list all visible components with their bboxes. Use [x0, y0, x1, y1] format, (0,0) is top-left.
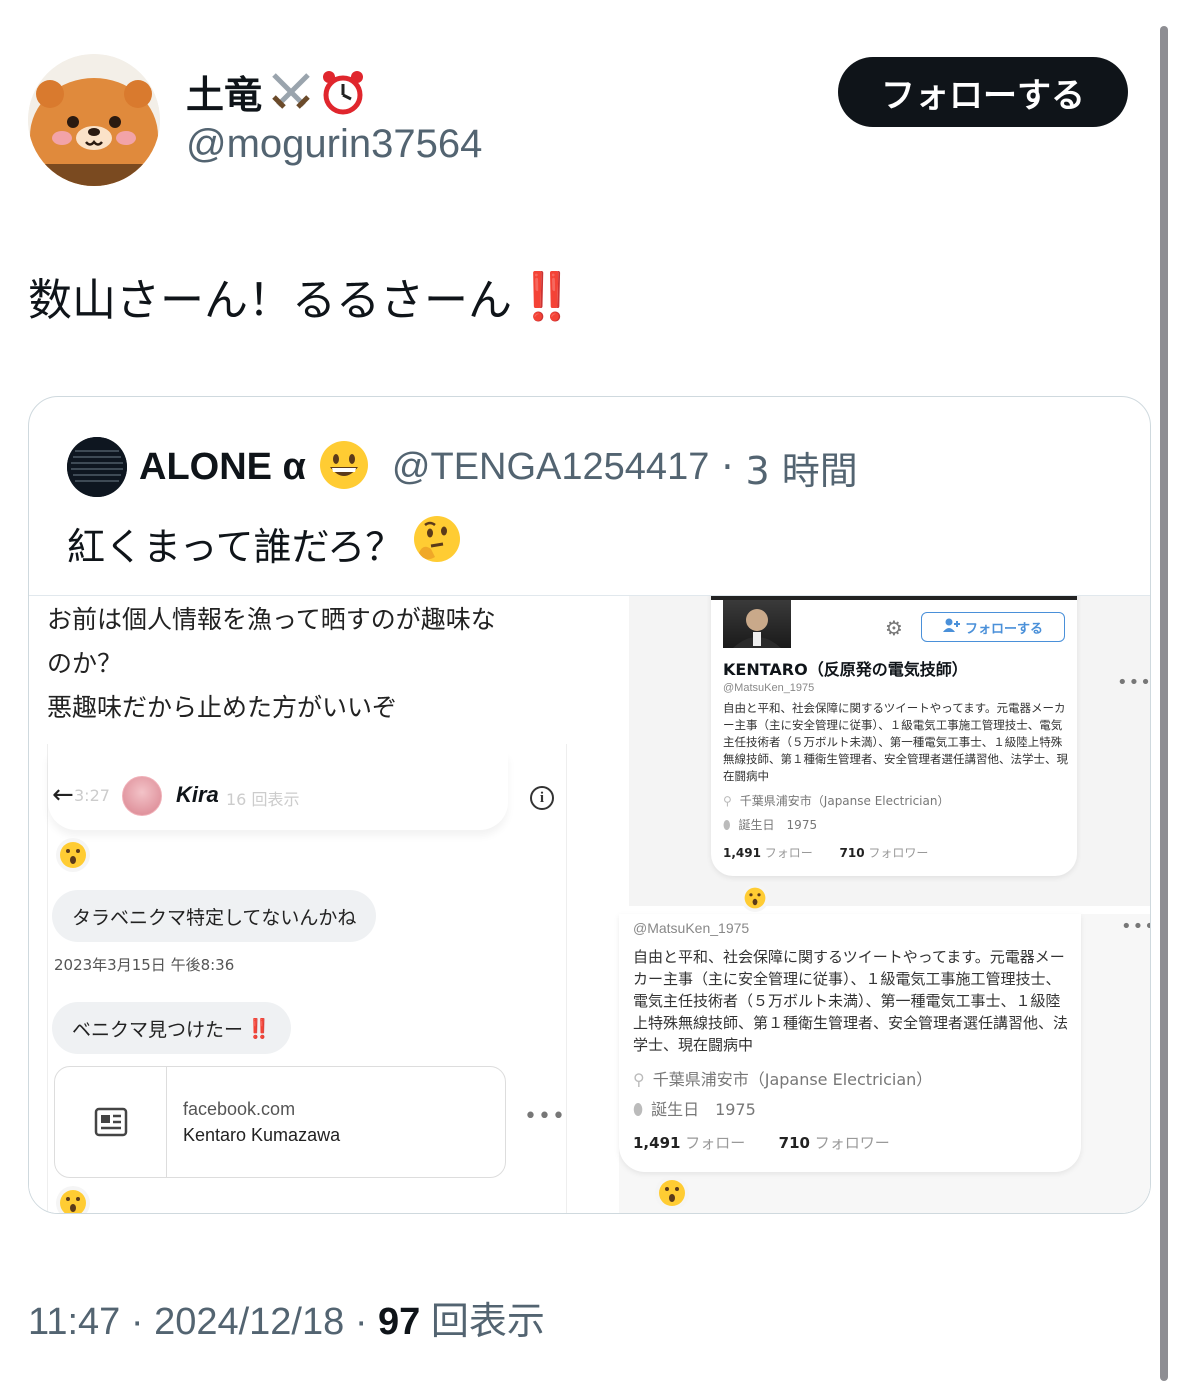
- crossed-swords-icon: [268, 69, 314, 115]
- quoted-handle[interactable]: @TENGA1254417: [392, 446, 709, 489]
- gear-icon: ⚙: [885, 616, 903, 640]
- profile-birth-row: ⬮ 誕生日 1975: [633, 1096, 756, 1120]
- media-left-line: 悪趣味だから止めた方がいいぞ: [47, 693, 398, 722]
- article-icon: [55, 1067, 167, 1177]
- profile-card-zoomed: @MatsuKen_1975 自由と平和、社会保障に関するツイートやってます。元…: [619, 914, 1081, 1172]
- surprised-face-icon: [741, 884, 769, 912]
- alarm-clock-icon: [320, 69, 366, 115]
- profile-follow-label: フォローする: [964, 621, 1043, 637]
- media-left-line: のか？: [47, 649, 123, 678]
- location-pin-icon: ⚲: [723, 794, 732, 808]
- views-label: 回表示: [430, 1299, 545, 1343]
- following-count: 1,491: [723, 846, 761, 860]
- balloon-icon: ⬮: [723, 818, 731, 832]
- display-name[interactable]: 土竜: [186, 64, 262, 119]
- dm-chat-name: Kira: [176, 782, 219, 807]
- quoted-tweet[interactable]: ALONE α @TENGA1254417 · 3 時間 紅くまって誰だろ？ お…: [28, 396, 1151, 1214]
- double-exclamation-icon: ‼️: [247, 1017, 271, 1040]
- following-count: 1,491: [633, 1134, 681, 1152]
- surprised-face-icon: [56, 1186, 90, 1213]
- followers-count: 710: [778, 1134, 810, 1152]
- tweet-date[interactable]: 2024/12/18: [154, 1301, 344, 1343]
- more-icon: •••: [524, 1104, 566, 1129]
- profile-location-row: ⚲ 千葉県浦安市（Japanse Electrician）: [723, 792, 949, 809]
- profile-stats: 1,491 フォロー 710 フォロワー: [723, 844, 928, 861]
- profile-photo: [723, 600, 791, 648]
- grinning-face-icon: [318, 439, 370, 495]
- more-icon: •••: [1121, 916, 1150, 937]
- profile-handle: @MatsuKen_1975: [633, 920, 750, 936]
- quoted-separator: ·: [721, 445, 734, 489]
- profile-handle: @MatsuKen_1975: [723, 682, 815, 694]
- media-left-line: お前は個人情報を漁って晒すのが趣味な: [47, 605, 496, 634]
- quoted-tweet-header: ALONE α @TENGA1254417 · 3 時間: [67, 437, 858, 497]
- link-domain: facebook.com: [183, 1099, 296, 1119]
- dm-screenshot: ← 3:27 Kira 16 回表示 i タラベニクマ特定してないんかね 202…: [47, 744, 567, 1213]
- profile-location-row: ⚲ 千葉県浦安市（Japanse Electrician）: [633, 1066, 932, 1090]
- profile-stats: 1,491 フォロー 710 フォロワー: [633, 1132, 890, 1153]
- tweet-body: 数山さーん！るるさーん: [28, 275, 512, 326]
- user-avatar[interactable]: [28, 54, 160, 186]
- media-right-top-screenshot: ⚙ フォローする KENTARO（反原発の電気技師） @MatsuKen_197…: [629, 596, 1151, 912]
- media-right-bottom-screenshot: @MatsuKen_1975 自由と平和、社会保障に関するツイートやってます。元…: [619, 914, 1150, 1213]
- quoted-user-avatar[interactable]: [67, 437, 127, 497]
- following-label: フォロー: [764, 846, 813, 860]
- followers-label: フォロワー: [868, 846, 929, 860]
- profile-birth: 誕生日 1975: [651, 1100, 756, 1119]
- dm-ghost-views: 16 回表示: [226, 790, 300, 809]
- profile-birth: 誕生日 1975: [738, 818, 818, 832]
- dm-ghost-time: 3:27: [74, 786, 110, 805]
- dm-timestamp: 2023年3月15日 午後8:36: [54, 956, 235, 974]
- scrollbar[interactable]: [1160, 26, 1168, 1381]
- quoted-display-name[interactable]: ALONE α: [139, 446, 306, 489]
- dm-message-bubble: ベニクマ見つけたー ‼️: [52, 1002, 291, 1054]
- dm-header: ← 3:27 Kira 16 回表示 i: [48, 752, 554, 830]
- followers-count: 710: [839, 846, 865, 860]
- tweet-time[interactable]: 11:47: [28, 1301, 120, 1343]
- profile-bio: 自由と平和、社会保障に関するツイートやってます。元電器メーカー主事（主に安全管理…: [723, 701, 1068, 783]
- quoted-time[interactable]: 3 時間: [745, 440, 857, 495]
- profile-location: 千葉県浦安市（Japanse Electrician）: [652, 1070, 933, 1089]
- media-left-screenshot: お前は個人情報を漁って晒すのが趣味な のか？ 悪趣味だから止めた方がいいぞ ← …: [29, 596, 599, 1213]
- quoted-media[interactable]: お前は個人情報を漁って晒すのが趣味な のか？ 悪趣味だから止めた方がいいぞ ← …: [29, 595, 1151, 1213]
- thinking-face-icon: [411, 513, 463, 574]
- double-exclamation-icon: ‼️: [518, 268, 575, 323]
- quoted-text: 紅くまって誰だろ？: [67, 525, 404, 569]
- back-arrow-icon: ←: [52, 780, 74, 810]
- location-pin-icon: ⚲: [633, 1070, 645, 1089]
- info-icon: i: [530, 786, 554, 810]
- surprised-face-icon: [655, 1176, 689, 1210]
- name-row: 土竜: [186, 64, 366, 119]
- dm-avatar: [122, 776, 162, 816]
- dm-message-bubble: タラベニクマ特定してないんかね: [52, 890, 377, 942]
- more-icon: •••: [1117, 672, 1151, 693]
- views-count: 97: [378, 1301, 421, 1343]
- profile-location: 千葉県浦安市（Japanse Electrician）: [739, 794, 950, 808]
- meta-separator: ·: [354, 1301, 379, 1343]
- balloon-icon: ⬮: [633, 1100, 644, 1119]
- profile-follow-button: フォローする: [921, 612, 1065, 642]
- link-title: Kentaro Kumazawa: [183, 1125, 341, 1145]
- surprised-face-icon: [56, 838, 90, 872]
- tweet-meta: 11:47 · 2024/12/18 · 97 回表示: [28, 1290, 545, 1345]
- following-label: フォロー: [685, 1134, 746, 1152]
- meta-separator: ·: [130, 1301, 155, 1343]
- user-handle[interactable]: @mogurin37564: [186, 122, 482, 167]
- profile-birth-row: ⬮ 誕生日 1975: [723, 816, 817, 833]
- followers-label: フォロワー: [814, 1134, 890, 1152]
- follow-button[interactable]: フォローする: [838, 57, 1128, 127]
- add-user-icon: [942, 618, 961, 636]
- profile-bio: 自由と平和、社会保障に関するツイートやってます。元電器メーカー主事（主に安全管理…: [633, 948, 1069, 1054]
- tweet-text: 数山さーん！るるさーん ‼️: [28, 264, 575, 328]
- media-left-text: お前は個人情報を漁って晒すのが趣味な のか？ 悪趣味だから止めた方がいいぞ: [47, 598, 587, 730]
- profile-card: ⚙ フォローする KENTARO（反原発の電気技師） @MatsuKen_197…: [711, 596, 1077, 876]
- quoted-text-row: 紅くまって誰だろ？: [67, 513, 463, 574]
- dm-message-text: ベニクマ見つけたー: [72, 1018, 244, 1041]
- profile-name: KENTARO（反原発の電気技師）: [723, 660, 968, 679]
- link-preview-card: facebook.com Kentaro Kumazawa: [54, 1066, 506, 1178]
- mole-avatar: [28, 54, 160, 186]
